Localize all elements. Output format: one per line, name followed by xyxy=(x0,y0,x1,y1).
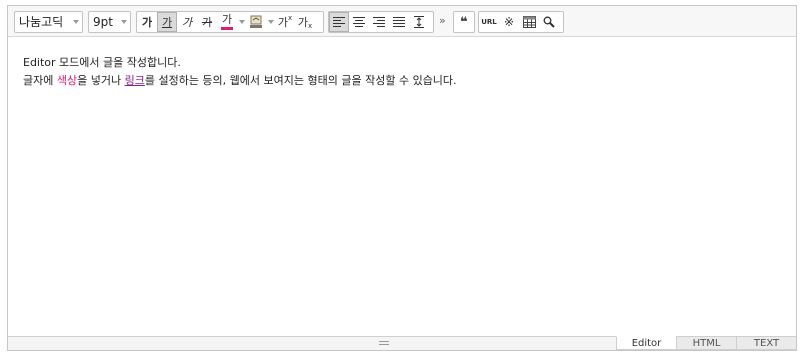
align-right-button[interactable] xyxy=(369,12,389,32)
tab-text[interactable]: TEXT xyxy=(736,336,796,350)
search-button[interactable] xyxy=(539,12,559,32)
align-left-button[interactable] xyxy=(329,12,349,32)
line-height-icon xyxy=(414,16,424,28)
italic-button[interactable]: 가 xyxy=(177,12,197,32)
rich-text-editor: 나눔고딕 9pt 가 가 가 가 가 가 x 가 x » ❝ URL ※ Edi… xyxy=(7,5,797,351)
editor-statusbar: Editor HTML TEXT xyxy=(8,336,796,350)
tab-editor[interactable]: Editor xyxy=(616,336,676,350)
text-style-group: 가 가 가 가 가 가 x 가 x xyxy=(136,11,324,33)
content-text: 글자에 xyxy=(23,74,57,87)
superscript-button[interactable]: 가 x xyxy=(275,12,295,32)
italic-icon: 가 xyxy=(181,16,193,29)
alignment-group xyxy=(328,11,434,33)
font-color-button[interactable]: 가 xyxy=(217,12,237,32)
highlighter-icon xyxy=(250,15,262,28)
bold-button[interactable]: 가 xyxy=(137,12,157,32)
insert-group: URL ※ xyxy=(478,11,564,33)
mode-tabs: Editor HTML TEXT xyxy=(616,336,796,350)
special-char-icon: ※ xyxy=(503,15,515,29)
subscript-icon: 가 xyxy=(297,16,308,29)
search-icon xyxy=(543,16,555,28)
subscript-button[interactable]: 가 x xyxy=(295,12,315,32)
align-justify-icon xyxy=(393,17,405,27)
editor-content-area[interactable]: Editor 모드에서 글을 작성합니다. 글자에 색상을 넣거나 링크를 설정… xyxy=(8,37,796,336)
link-text[interactable]: 링크 xyxy=(125,74,145,87)
strikethrough-icon: 가 xyxy=(201,16,213,29)
font-color-bar xyxy=(221,27,233,30)
superscript-mark: x xyxy=(287,14,293,22)
font-color-dropdown[interactable] xyxy=(237,12,246,32)
font-size-value: 9pt xyxy=(93,15,113,29)
underline-icon: 가 xyxy=(161,16,173,29)
chevron-down-icon xyxy=(73,20,79,24)
table-icon xyxy=(522,16,536,28)
font-family-value: 나눔고딕 xyxy=(19,15,64,29)
more-tools-icon[interactable]: » xyxy=(439,15,446,26)
content-line-2: 글자에 색상을 넣거나 링크를 설정하는 등의, 웹에서 보여지는 형태의 글을… xyxy=(23,72,796,90)
highlight-button[interactable] xyxy=(246,12,266,32)
url-button[interactable]: URL xyxy=(479,12,499,32)
align-left-icon xyxy=(333,17,345,27)
colored-text: 색상 xyxy=(56,74,78,87)
editor-toolbar: 나눔고딕 9pt 가 가 가 가 가 가 x 가 x » ❝ URL ※ xyxy=(8,6,796,37)
content-line-1: Editor 모드에서 글을 작성합니다. xyxy=(23,56,181,69)
chevron-down-icon xyxy=(121,20,127,24)
table-button[interactable] xyxy=(519,12,539,32)
quote-icon: ❝ xyxy=(460,14,468,30)
content-text: 을 넣거나 xyxy=(77,74,125,87)
quote-button[interactable]: ❝ xyxy=(454,12,474,32)
font-color-icon: 가 xyxy=(221,13,233,26)
align-justify-button[interactable] xyxy=(389,12,409,32)
special-char-button[interactable]: ※ xyxy=(499,12,519,32)
align-center-icon xyxy=(353,17,365,27)
align-right-icon xyxy=(373,17,385,27)
tab-html[interactable]: HTML xyxy=(676,336,736,350)
content-text: 를 설정하는 등의, 웹에서 보여지는 형태의 글을 작성할 수 있습니다. xyxy=(144,74,457,87)
superscript-icon: 가 xyxy=(277,16,288,29)
underline-button[interactable]: 가 xyxy=(157,12,177,32)
bold-icon: 가 xyxy=(141,16,153,29)
subscript-mark: x xyxy=(307,22,313,30)
font-size-select[interactable]: 9pt xyxy=(88,11,131,33)
resize-handle-icon[interactable] xyxy=(379,341,389,345)
strikethrough-button[interactable]: 가 xyxy=(197,12,217,32)
line-height-button[interactable] xyxy=(409,12,429,32)
highlight-dropdown[interactable] xyxy=(266,12,275,32)
url-icon: URL xyxy=(481,18,497,26)
quote-group: ❝ xyxy=(453,11,475,33)
align-center-button[interactable] xyxy=(349,12,369,32)
font-family-select[interactable]: 나눔고딕 xyxy=(14,11,83,33)
